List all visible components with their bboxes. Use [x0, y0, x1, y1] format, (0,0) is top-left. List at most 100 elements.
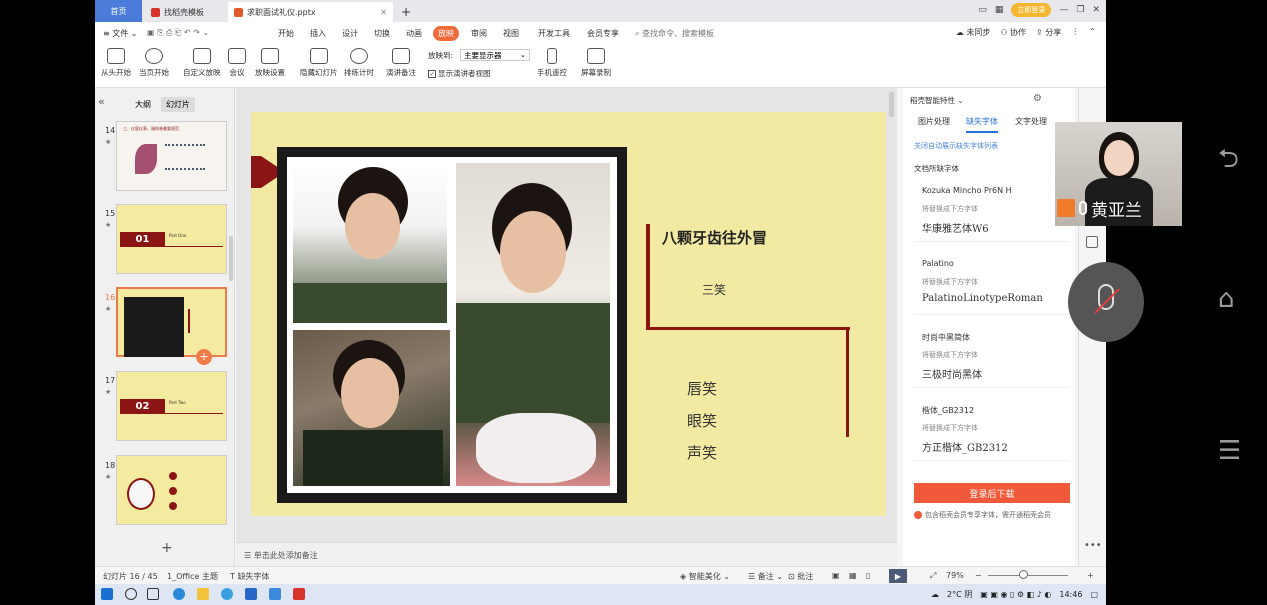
thumbnail-17[interactable]: 02 Part Two: [116, 371, 227, 441]
thumbnail-14[interactable]: 三、仪容仪表、服饰装着要规范: [116, 121, 227, 191]
phone-remote-button[interactable]: 手机遥控: [537, 48, 567, 78]
show-on-select[interactable]: 主要显示器 ⌄: [460, 49, 530, 61]
collapse-ribbon-icon[interactable]: ⌃: [1089, 27, 1096, 38]
clock[interactable]: 14:46: [1059, 590, 1082, 599]
reading-view-icon[interactable]: ▯: [866, 571, 870, 580]
tab-slides[interactable]: 幻灯片: [161, 97, 195, 112]
menu-dev-tools[interactable]: 开发工具: [538, 28, 570, 39]
slide-subtitle[interactable]: 三笑: [702, 281, 726, 298]
notes-bar[interactable]: ☰ 单击此处添加备注: [236, 542, 897, 566]
menu-file[interactable]: ≡ 文件 ⌄: [103, 28, 138, 39]
font-card[interactable]: 时尚中黑简体 将替换成下方字体 三极时尚黑体: [914, 324, 1069, 388]
thumbnail-scrollbar[interactable]: [229, 236, 233, 281]
share-button[interactable]: ⇪ 分享: [1036, 27, 1061, 38]
search-icon[interactable]: [125, 588, 137, 600]
tab-text-processing[interactable]: 文字处理: [1015, 116, 1047, 127]
current-slide[interactable]: 八颗牙齿往外冒 三笑 唇笑 眼笑 声笑: [251, 112, 886, 516]
thumbnail-15[interactable]: 01 Part One: [116, 204, 227, 274]
show-settings-button[interactable]: 放映设置: [255, 48, 285, 78]
restore-icon[interactable]: ❐: [1076, 5, 1084, 15]
tab-image-processing[interactable]: 图片处理: [918, 116, 950, 127]
meeting-button[interactable]: 会议: [228, 48, 246, 78]
zoom-out-icon[interactable]: −: [975, 571, 982, 580]
speaker-notes-button[interactable]: 演讲备注: [386, 48, 416, 78]
thumbnail-16[interactable]: +: [116, 287, 227, 365]
edge-icon[interactable]: [173, 588, 185, 600]
from-start-button[interactable]: 从头开始: [101, 48, 131, 78]
menu-insert[interactable]: 插入: [310, 28, 326, 39]
menu-review[interactable]: 审阅: [471, 28, 487, 39]
tab-close-icon[interactable]: ✕: [380, 8, 387, 17]
weather-text[interactable]: 2°C 阴: [947, 589, 972, 600]
tab-template[interactable]: 找稻壳模板: [145, 2, 210, 22]
download-button[interactable]: 登录后下载: [914, 483, 1070, 503]
zoom-level[interactable]: 79%: [946, 571, 964, 580]
play-slideshow-button[interactable]: ▶: [889, 569, 907, 583]
sync-button[interactable]: ☁ 未同步: [956, 27, 991, 38]
menu-icon[interactable]: ☰: [1218, 436, 1241, 466]
home-icon[interactable]: ⌂: [1218, 284, 1235, 314]
file-explorer-icon[interactable]: [197, 588, 209, 600]
tab-document[interactable]: 求职面试礼仪.pptx ✕: [228, 2, 393, 22]
menu-slideshow[interactable]: 放映: [433, 26, 459, 41]
browser-icon[interactable]: [221, 588, 233, 600]
smile-item[interactable]: 声笑: [687, 442, 717, 463]
smile-item[interactable]: 眼笑: [687, 410, 717, 431]
mute-button[interactable]: [1068, 262, 1144, 342]
thumbnail-18[interactable]: [116, 455, 227, 525]
tab-home[interactable]: 首页: [95, 0, 142, 22]
more-options-icon[interactable]: •••: [1084, 540, 1102, 551]
editor-scrollbar[interactable]: [889, 92, 894, 117]
comments-toggle[interactable]: ⊡ 批注: [788, 571, 813, 582]
tab-missing-fonts[interactable]: 缺失字体: [966, 116, 998, 133]
wps-taskbar-icon[interactable]: [293, 588, 305, 600]
add-slide-button[interactable]: +: [161, 540, 173, 556]
task-view-icon[interactable]: [147, 588, 159, 600]
fit-window-icon[interactable]: ⤢: [930, 571, 936, 581]
tab-outline[interactable]: 大纲: [130, 97, 156, 112]
rehearse-button[interactable]: 排练计时: [344, 48, 374, 78]
windows-start-icon[interactable]: [101, 588, 113, 600]
login-button[interactable]: 立即登录: [1011, 3, 1052, 17]
more-icon[interactable]: ⋮: [1071, 27, 1079, 38]
zoom-slider[interactable]: [988, 575, 1068, 576]
smile-item[interactable]: 唇笑: [687, 378, 717, 399]
notification-icon[interactable]: ▢: [1090, 590, 1098, 599]
close-icon[interactable]: ✕: [1092, 5, 1100, 15]
font-card[interactable]: Palatino 将替换成下方字体 PalatinoLinotypeRoman: [914, 251, 1069, 315]
beautify-button[interactable]: ◈ 智能美化 ⌄: [680, 571, 730, 582]
command-search[interactable]: ⌕ 查找命令、搜索模板: [635, 28, 714, 39]
slide-title[interactable]: 八颗牙齿往外冒: [662, 227, 767, 248]
add-icon[interactable]: +: [196, 349, 212, 365]
from-current-button[interactable]: 当页开始: [139, 48, 169, 78]
menu-transition[interactable]: 切换: [374, 28, 390, 39]
quick-access-icons[interactable]: ▣ ⎘ ⎙ ⎗ ↶ ↷ ⌄: [147, 28, 209, 38]
layout-icon[interactable]: ▭: [978, 5, 987, 15]
grid-icon[interactable]: ▦: [995, 5, 1004, 15]
app-icon[interactable]: [245, 588, 257, 600]
collapse-panel-icon[interactable]: «: [98, 95, 105, 108]
zoom-slider-thumb[interactable]: [1019, 570, 1028, 579]
panel-title[interactable]: 稻壳智能特性 ⌄: [910, 95, 964, 106]
new-tab-button[interactable]: +: [395, 2, 417, 22]
normal-view-icon[interactable]: ▣: [832, 571, 840, 580]
screen-record-button[interactable]: 屏幕录制: [581, 48, 611, 78]
custom-show-button[interactable]: 自定义放映: [183, 48, 221, 78]
menu-design[interactable]: 设计: [342, 28, 358, 39]
close-auto-list-link[interactable]: 关闭自动展示缺失字体列表: [914, 141, 998, 151]
menu-view[interactable]: 视图: [503, 28, 519, 39]
notes-toggle[interactable]: ☰ 备注 ⌄: [748, 571, 783, 582]
menu-start[interactable]: 开始: [278, 28, 294, 39]
menu-animation[interactable]: 动画: [406, 28, 422, 39]
sorter-view-icon[interactable]: ▦: [849, 571, 857, 580]
presenter-view-checkbox[interactable]: ✓ 显示演讲者视图: [428, 68, 491, 79]
app-icon[interactable]: [269, 588, 281, 600]
participant-video[interactable]: 黄亚兰: [1055, 122, 1182, 226]
minimize-icon[interactable]: —: [1059, 5, 1068, 15]
gear-icon[interactable]: ⚙: [1033, 93, 1042, 104]
collab-button[interactable]: ⚇ 协作: [1000, 27, 1026, 38]
hide-slide-button[interactable]: 隐藏幻灯片: [300, 48, 338, 78]
bookmark-icon[interactable]: [1086, 236, 1098, 248]
font-card[interactable]: Kozuka Mincho Pr6N H 将替换成下方字体 华康雅艺体W6: [914, 178, 1069, 242]
tray-icons[interactable]: ▣ ▣ ◉ ▯ ⚙ ◧ ♪ ◐: [980, 590, 1051, 599]
